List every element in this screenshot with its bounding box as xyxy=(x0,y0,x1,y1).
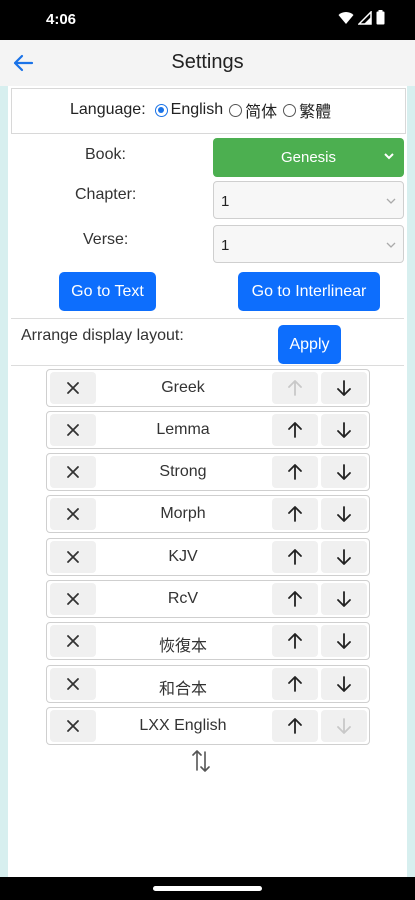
remove-button[interactable] xyxy=(50,583,96,615)
layout-row: 和合本 xyxy=(46,665,370,703)
layout-row-label: Greek xyxy=(161,379,205,396)
move-up-button[interactable] xyxy=(272,625,318,657)
layout-row: Lemma xyxy=(46,411,370,449)
battery-icon xyxy=(376,10,385,25)
move-up-button[interactable] xyxy=(272,668,318,700)
move-down-button[interactable] xyxy=(321,583,367,615)
chevron-down-icon xyxy=(386,198,396,204)
move-down-button xyxy=(321,710,367,742)
book-label: Book: xyxy=(85,146,126,163)
chapter-label: Chapter: xyxy=(75,186,137,203)
book-select[interactable]: Genesis xyxy=(213,138,404,177)
chapter-value: 1 xyxy=(221,193,230,210)
move-up-button[interactable] xyxy=(272,583,318,615)
move-down-button[interactable] xyxy=(321,668,367,700)
remove-button[interactable] xyxy=(50,668,96,700)
navigation-bar xyxy=(0,877,415,900)
radio-traditional-label: 繁體 xyxy=(299,104,332,121)
layout-row-label: LXX English xyxy=(139,717,227,734)
layout-row-label: KJV xyxy=(168,548,198,565)
home-indicator[interactable] xyxy=(153,886,262,891)
swap-vertical-icon[interactable] xyxy=(190,748,212,774)
move-up-button xyxy=(272,372,318,404)
move-up-button[interactable] xyxy=(272,541,318,573)
layout-row-label: 恢復本 xyxy=(158,638,207,655)
layout-row-label: Morph xyxy=(160,505,206,522)
status-icons xyxy=(338,10,385,25)
remove-button[interactable] xyxy=(50,456,96,488)
remove-button[interactable] xyxy=(50,372,96,404)
move-down-button[interactable] xyxy=(321,372,367,404)
verse-select[interactable]: 1 xyxy=(213,225,404,263)
verse-label: Verse: xyxy=(83,231,129,248)
move-down-button[interactable] xyxy=(321,456,367,488)
divider xyxy=(11,365,404,366)
layout-row-label: 和合本 xyxy=(158,681,207,698)
layout-row: Greek xyxy=(46,369,370,407)
layout-row: Morph xyxy=(46,495,370,533)
language-label: Language: xyxy=(70,101,146,118)
app-bar: Settings xyxy=(0,40,415,87)
radio-simplified[interactable] xyxy=(229,103,243,117)
move-up-button[interactable] xyxy=(272,498,318,530)
move-up-button[interactable] xyxy=(272,414,318,446)
language-selector: Language: English 简体 繁體 xyxy=(11,88,406,134)
book-value: Genesis xyxy=(280,149,337,166)
move-down-button[interactable] xyxy=(321,541,367,573)
radio-simplified-label: 简体 xyxy=(245,104,278,121)
remove-button[interactable] xyxy=(50,541,96,573)
remove-button[interactable] xyxy=(50,710,96,742)
layout-row: 恢復本 xyxy=(46,622,370,660)
layout-row: KJV xyxy=(46,538,370,576)
layout-row-label: RcV xyxy=(167,590,199,607)
wifi-icon xyxy=(338,11,354,24)
layout-label: Arrange display layout: xyxy=(21,327,184,344)
remove-button[interactable] xyxy=(50,625,96,657)
move-down-button[interactable] xyxy=(321,498,367,530)
go-to-interlinear-button[interactable]: Go to Interlinear xyxy=(238,272,380,311)
status-bar: 4:06 xyxy=(0,0,415,40)
radio-traditional[interactable] xyxy=(283,103,297,117)
layout-row-label: Strong xyxy=(159,463,207,480)
move-up-button[interactable] xyxy=(272,710,318,742)
remove-button[interactable] xyxy=(50,414,96,446)
page-title: Settings xyxy=(171,51,244,73)
chevron-down-icon xyxy=(386,242,396,248)
status-time: 4:06 xyxy=(46,11,77,28)
move-up-button[interactable] xyxy=(272,456,318,488)
chapter-select[interactable]: 1 xyxy=(213,181,404,219)
apply-button[interactable]: Apply xyxy=(278,325,341,364)
layout-row: LXX English xyxy=(46,707,370,745)
move-down-button[interactable] xyxy=(321,625,367,657)
remove-button[interactable] xyxy=(50,498,96,530)
go-to-text-button[interactable]: Go to Text xyxy=(59,272,156,311)
radio-english[interactable] xyxy=(154,103,168,117)
layout-row-label: Lemma xyxy=(156,421,210,438)
layout-row: RcV xyxy=(46,580,370,618)
move-down-button[interactable] xyxy=(321,414,367,446)
divider xyxy=(11,318,404,319)
signal-icon xyxy=(358,10,372,25)
radio-english-label: English xyxy=(170,101,224,118)
verse-value: 1 xyxy=(221,237,230,254)
layout-row: Strong xyxy=(46,453,370,491)
chevron-down-icon xyxy=(384,153,394,160)
